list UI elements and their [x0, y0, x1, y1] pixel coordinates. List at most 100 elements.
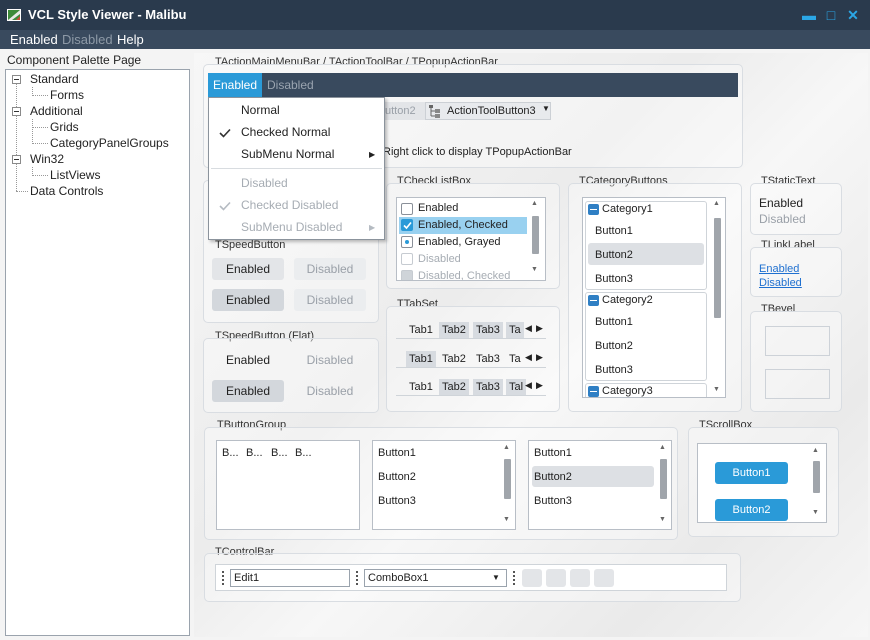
category-button[interactable]: Button3 [595, 364, 633, 376]
tree-item-grids[interactable]: Grids [50, 120, 79, 134]
edit1[interactable]: Edit1 [230, 569, 350, 587]
scroll-up-icon[interactable]: ▲ [503, 444, 510, 451]
speedbutton-disabled-down[interactable]: Disabled [294, 289, 366, 311]
tab[interactable]: Tab1 [406, 379, 436, 395]
tree-item-standard[interactable]: Standard [30, 72, 79, 86]
tab[interactable]: Tab3 [473, 351, 503, 367]
button-group-item[interactable]: B... [271, 447, 288, 459]
tab[interactable]: Tab3 [473, 379, 503, 395]
grip-icon[interactable] [222, 571, 224, 585]
collapse-icon[interactable] [12, 155, 21, 164]
dropdown-arrow-icon[interactable]: ▼ [542, 104, 550, 113]
list-item[interactable]: Button1 [378, 447, 416, 459]
list-item[interactable]: Button2 [378, 471, 416, 483]
menu-item-checked-normal[interactable]: Checked Normal [241, 125, 330, 139]
scrollbar[interactable]: ▲ ▼ [531, 200, 539, 278]
close-button[interactable]: ✕ [842, 4, 864, 26]
category-button[interactable]: Button1 [595, 225, 633, 237]
checklist-item[interactable]: Enabled, Checked [418, 219, 508, 231]
toolbar-button[interactable] [570, 569, 590, 587]
tree-item-additional[interactable]: Additional [30, 104, 83, 118]
menu-item-normal[interactable]: Normal [241, 103, 280, 117]
scroll-up-icon[interactable]: ▲ [531, 200, 538, 207]
tab[interactable]: Tab3 [473, 322, 503, 338]
category-button[interactable]: Button1 [595, 316, 633, 328]
tab[interactable]: Tab2 [439, 379, 469, 395]
scroll-down-icon[interactable]: ▼ [659, 516, 666, 523]
tab-scroll-right-icon[interactable]: ▶ [536, 323, 543, 334]
tab-scroll-right-icon[interactable]: ▶ [536, 380, 543, 391]
buttongroup-list-2[interactable]: Button1 Button2 Button3 ▲ ▼ [528, 440, 672, 530]
toolbar-button[interactable] [522, 569, 542, 587]
scrollbar[interactable]: ▲ ▼ [659, 444, 667, 526]
category-header[interactable]: Category1 [602, 203, 653, 215]
toolbar-button[interactable] [594, 569, 614, 587]
tab[interactable]: Tal [506, 379, 527, 395]
tab[interactable]: Tab2 [439, 351, 469, 367]
buttongroup-grid[interactable]: B... B... B... B... [216, 440, 360, 530]
checkbox-grayed[interactable] [401, 236, 413, 248]
button-group-item[interactable]: B... [222, 447, 239, 459]
tab[interactable]: Tab2 [439, 322, 469, 338]
collapse-icon[interactable] [12, 75, 21, 84]
link-enabled[interactable]: Enabled [759, 263, 799, 275]
action-tool-button2[interactable]: utton2 [385, 102, 425, 120]
category-header[interactable]: Category3 [602, 385, 653, 397]
scrollbox-button1[interactable]: Button1 [715, 462, 788, 484]
list-item[interactable]: Button3 [378, 495, 416, 507]
scroll-up-icon[interactable]: ▲ [812, 447, 819, 454]
scrollbox[interactable]: Button1 Button2 ▲ ▼ [697, 443, 827, 523]
checklist-item[interactable]: Enabled, Grayed [418, 236, 501, 248]
menu-item-submenu-normal[interactable]: SubMenu Normal [241, 147, 334, 161]
button-group-item[interactable]: B... [246, 447, 263, 459]
scrollbox-button2[interactable]: Button2 [715, 499, 788, 521]
menu-enabled[interactable]: Enabled [10, 32, 58, 47]
tab[interactable]: Ta [506, 322, 524, 338]
grip-icon[interactable] [513, 571, 515, 585]
flat-speedbutton-disabled[interactable]: Disabled [294, 349, 366, 371]
scroll-down-icon[interactable]: ▼ [812, 509, 819, 516]
scroll-up-icon[interactable]: ▲ [659, 444, 666, 451]
checkbox[interactable] [401, 203, 413, 215]
checkbox-checked[interactable] [401, 219, 413, 231]
collapse-icon[interactable] [588, 295, 599, 306]
tab[interactable]: Tab1 [406, 322, 436, 338]
collapse-icon[interactable] [12, 107, 21, 116]
flat-speedbutton-enabled-down[interactable]: Enabled [212, 380, 284, 402]
toolbar-button[interactable] [546, 569, 566, 587]
grip-icon[interactable] [356, 571, 358, 585]
speedbutton-enabled[interactable]: Enabled [212, 258, 284, 280]
category-header[interactable]: Category2 [602, 294, 653, 306]
buttongroup-list-1[interactable]: Button1 Button2 Button3 ▲ ▼ [372, 440, 516, 530]
tree-item-listviews[interactable]: ListViews [50, 168, 100, 182]
action-tool-button3[interactable]: ActionToolButton3 ▼ [425, 102, 551, 120]
scrollbar[interactable]: ▲ ▼ [812, 447, 820, 519]
speedbutton-disabled[interactable]: Disabled [294, 258, 366, 280]
list-item[interactable]: Button3 [534, 495, 572, 507]
tab-scroll-left-icon[interactable]: ◀ [525, 380, 532, 391]
menu-disabled[interactable]: Disabled [62, 32, 113, 47]
button-group-item[interactable]: B... [295, 447, 312, 459]
minimize-button[interactable]: ▬ [798, 4, 820, 26]
collapse-icon[interactable] [588, 386, 599, 397]
collapse-icon[interactable] [588, 204, 599, 215]
checklistbox[interactable]: Enabled Enabled, Checked Enabled, Grayed… [396, 197, 546, 281]
tree-item-data-controls[interactable]: Data Controls [30, 184, 103, 198]
tab[interactable]: Tab1 [406, 351, 436, 367]
scrollbar[interactable]: ▲ ▼ [713, 200, 721, 396]
tab-scroll-right-icon[interactable]: ▶ [536, 352, 543, 363]
flat-speedbutton-enabled[interactable]: Enabled [212, 349, 284, 371]
actionbar-menu-enabled[interactable]: Enabled [208, 73, 262, 97]
scroll-down-icon[interactable]: ▼ [713, 386, 720, 393]
speedbutton-enabled-down[interactable]: Enabled [212, 289, 284, 311]
tree-item-forms[interactable]: Forms [50, 88, 84, 102]
tree-item-win32[interactable]: Win32 [30, 152, 64, 166]
scroll-down-icon[interactable]: ▼ [503, 516, 510, 523]
list-item[interactable]: Button1 [534, 447, 572, 459]
checklist-item[interactable]: Enabled [418, 202, 458, 214]
combobox1[interactable]: ComboBox1 ▼ [364, 569, 507, 587]
tab[interactable]: Ta [506, 351, 524, 367]
scroll-down-icon[interactable]: ▼ [531, 266, 538, 273]
category-button[interactable]: Button3 [595, 273, 633, 285]
category-button[interactable]: Button2 [595, 340, 633, 352]
